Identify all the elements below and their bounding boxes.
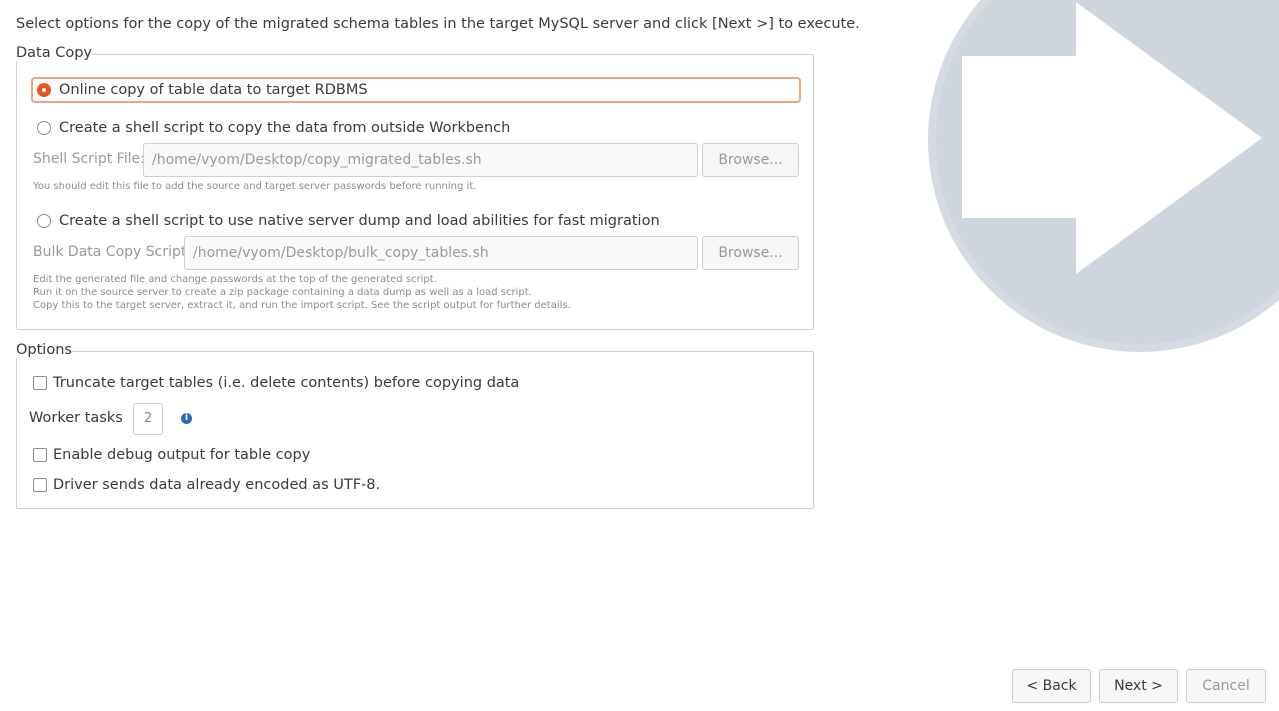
cancel-button[interactable]: Cancel [1186,669,1266,703]
shell-script-field-label: Shell Script File: [33,151,145,167]
shell-script-radio-row[interactable]: Create a shell script to copy the data f… [37,117,510,139]
shell-script-radio[interactable] [37,121,51,135]
info-icon[interactable]: i [181,413,192,424]
instruction-text: Select options for the copy of the migra… [16,16,860,32]
bulk-script-hint-2: Run it on the source server to create a … [33,287,532,298]
options-title: Options [16,342,72,358]
truncate-checkbox[interactable] [33,376,47,390]
debug-label: Enable debug output for table copy [53,447,311,463]
bulk-script-hint-3: Copy this to the target server, extract … [33,300,571,311]
shell-script-hint: You should edit this file to add the sou… [33,181,477,192]
shell-script-label: Create a shell script to copy the data f… [59,120,511,136]
bulk-script-browse-button[interactable]: Browse... [702,236,799,270]
back-button[interactable]: < Back [1012,669,1091,703]
debug-checkbox[interactable] [33,448,47,462]
utf8-row[interactable]: Driver sends data already encoded as UTF… [33,476,380,494]
worker-tasks-input[interactable]: 2 [133,403,163,435]
online-copy-radio-row[interactable]: Online copy of table data to target RDBM… [37,79,368,101]
next-button[interactable]: Next > [1099,669,1178,703]
online-copy-label: Online copy of table data to target RDBM… [59,82,368,98]
online-copy-radio[interactable] [37,83,51,97]
bulk-script-field-label: Bulk Data Copy Script: [33,244,192,260]
bulk-script-hint-1: Edit the generated file and change passw… [33,274,437,285]
truncate-row[interactable]: Truncate target tables (i.e. delete cont… [33,374,519,392]
truncate-label: Truncate target tables (i.e. delete cont… [53,375,520,391]
bulk-script-radio-row[interactable]: Create a shell script to use native serv… [37,210,660,232]
data-copy-title: Data Copy [16,45,93,61]
shell-script-file-input[interactable]: /home/vyom/Desktop/copy_migrated_tables.… [143,143,698,177]
debug-row[interactable]: Enable debug output for table copy [33,446,310,464]
bulk-script-radio[interactable] [37,214,51,228]
utf8-label: Driver sends data already encoded as UTF… [53,477,381,493]
worker-tasks-label: Worker tasks [29,410,123,426]
bulk-script-file-input[interactable]: /home/vyom/Desktop/bulk_copy_tables.sh [184,236,698,270]
shell-script-browse-button[interactable]: Browse... [702,143,799,177]
utf8-checkbox[interactable] [33,478,47,492]
bulk-script-label: Create a shell script to use native serv… [59,213,660,229]
